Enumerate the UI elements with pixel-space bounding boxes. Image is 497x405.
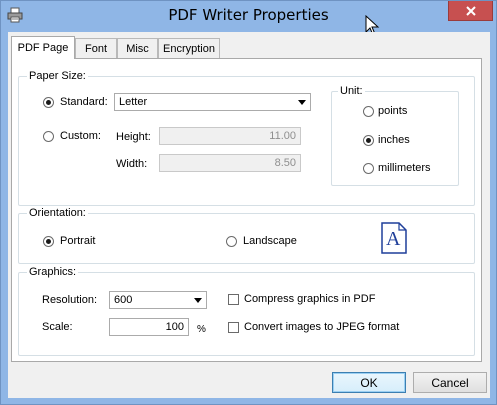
points-label: points (378, 105, 408, 117)
landscape-radio[interactable] (226, 236, 237, 247)
tab-encryption[interactable]: Encryption (158, 38, 220, 58)
paper-size-group-label: Paper Size: (27, 70, 88, 83)
width-input[interactable]: 8.50 (159, 154, 301, 172)
window-title: PDF Writer Properties (168, 6, 329, 24)
dialog-window: PDF Writer Properties PDF Page Font Misc… (0, 0, 497, 405)
unit-group: Unit: points inches millimeters (331, 85, 459, 186)
document-preview-letter: A (386, 228, 401, 250)
dropdown-arrow-icon[interactable] (190, 292, 206, 308)
graphics-group-label: Graphics: (27, 266, 79, 279)
width-label: Width: (116, 158, 148, 170)
portrait-document-icon: A (381, 222, 407, 254)
standard-paper-select[interactable]: Letter (114, 93, 311, 111)
landscape-label: Landscape (243, 235, 297, 247)
portrait-label: Portrait (60, 235, 96, 247)
standard-paper-value: Letter (119, 96, 148, 108)
paper-size-group: Paper Size: Standard: Letter Custom: Hei… (18, 70, 475, 206)
close-button[interactable] (448, 1, 493, 21)
standard-label: Standard: (60, 96, 108, 108)
scale-unit: % (197, 324, 206, 335)
custom-radio[interactable] (43, 131, 54, 142)
dropdown-arrow-icon[interactable] (294, 94, 310, 110)
orientation-group: Orientation: Portrait Landscape A (18, 207, 475, 264)
height-label: Height: (116, 131, 151, 143)
unit-group-label: Unit: (338, 85, 365, 98)
tab-pdf-page[interactable]: PDF Page (11, 36, 75, 59)
graphics-group: Graphics: Resolution: 600 Scale: 100 % C… (18, 266, 475, 356)
convert-jpeg-label: Convert images to JPEG format (244, 321, 400, 333)
millimeters-label: millimeters (378, 162, 431, 174)
inches-label: inches (378, 134, 410, 146)
inches-radio[interactable] (363, 135, 374, 146)
scale-input[interactable]: 100 (109, 318, 189, 336)
tab-misc[interactable]: Misc (117, 38, 158, 58)
portrait-radio[interactable] (43, 236, 54, 247)
compress-graphics-label: Compress graphics in PDF (244, 293, 376, 305)
convert-jpeg-checkbox[interactable] (228, 322, 239, 333)
resolution-label: Resolution: (42, 294, 98, 306)
close-icon (465, 5, 476, 16)
points-radio[interactable] (363, 106, 374, 117)
resolution-value: 600 (114, 294, 133, 306)
custom-label: Custom: (60, 130, 101, 142)
compress-graphics-checkbox[interactable] (228, 294, 239, 305)
title-bar[interactable]: PDF Writer Properties (1, 1, 496, 36)
resolution-select[interactable]: 600 (109, 291, 207, 309)
height-input[interactable]: 11.00 (159, 127, 301, 145)
tab-panel-pdf-page: Paper Size: Standard: Letter Custom: Hei… (11, 58, 482, 362)
standard-radio[interactable] (43, 97, 54, 108)
dialog-client-area: PDF Page Font Misc Encryption Paper Size… (8, 32, 490, 398)
millimeters-radio[interactable] (363, 163, 374, 174)
orientation-group-label: Orientation: (27, 207, 88, 220)
scale-label: Scale: (42, 321, 73, 333)
tab-font[interactable]: Font (75, 38, 117, 58)
cancel-button[interactable]: Cancel (413, 372, 487, 393)
ok-button[interactable]: OK (332, 372, 406, 393)
